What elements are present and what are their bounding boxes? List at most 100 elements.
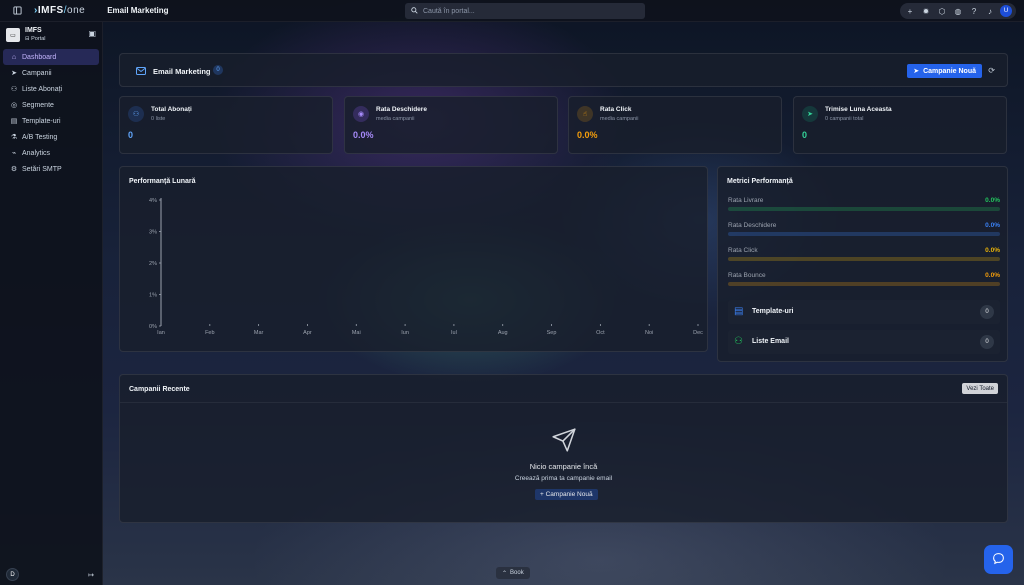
send-icon: ➤ bbox=[913, 68, 920, 75]
user-avatar[interactable]: D bbox=[6, 568, 19, 581]
users-icon: ⚇ bbox=[128, 106, 144, 122]
card-count: 0 bbox=[980, 305, 994, 319]
templates-count-card[interactable]: ▤ Template-uri 0 bbox=[728, 300, 1000, 324]
toolbar-icons: + ✹ ⬡ ◍ ? ♪ U bbox=[900, 3, 1016, 19]
recent-campaigns-panel: Campanii Recente Vezi Toate Nicio campan… bbox=[119, 374, 1008, 523]
see-all-button[interactable]: Vezi Toate bbox=[962, 383, 998, 394]
bell-icon[interactable]: ♪ bbox=[984, 5, 996, 17]
metric-label: Rata Click bbox=[728, 247, 758, 254]
sidebar-item-analytics[interactable]: ⌁ Analytics bbox=[3, 145, 99, 161]
stat-card-rata-click: ☝ Rata Click media campanii 0.0% bbox=[568, 96, 782, 154]
stat-card-rata-deschidere: ◉ Rata Deschidere media campanii 0.0% bbox=[344, 96, 558, 154]
x-tick-label: Apr bbox=[303, 330, 312, 336]
cube-icon[interactable]: ⬡ bbox=[936, 5, 948, 17]
sidebar-item-ab-testing[interactable]: ⚗ A/B Testing bbox=[3, 129, 99, 145]
metric-value: 0.0% bbox=[985, 222, 1000, 229]
template-icon: ▤ bbox=[10, 118, 18, 125]
metric-label: Rata Bounce bbox=[728, 272, 766, 279]
refresh-icon[interactable]: ⟳ bbox=[988, 66, 995, 75]
x-tick-label: Dec bbox=[693, 330, 703, 336]
logout-icon[interactable]: ↦ bbox=[88, 571, 94, 579]
stat-sub: 0 campanii total bbox=[825, 116, 864, 122]
stat-card-trimise-luna: ➤ Trimise Luna Aceasta 0 campanii total … bbox=[793, 96, 1007, 154]
send-icon: ➤ bbox=[802, 106, 818, 122]
stat-value: 0.0% bbox=[577, 130, 598, 140]
sidebar-nav: ⌂ Dashboard ➤ Campanii ⚇ Liste Abonați ◎ Seg… bbox=[0, 49, 102, 177]
x-tick-label: Noi bbox=[645, 330, 653, 336]
sidebar-item-setari-smtp[interactable]: ⚙ Setări SMTP bbox=[3, 161, 99, 177]
y-tick-label: 0% bbox=[149, 324, 157, 330]
x-tick-label: Iun bbox=[401, 330, 409, 336]
sidebar-item-dashboard[interactable]: ⌂ Dashboard bbox=[3, 49, 99, 65]
new-campaign-button[interactable]: ➤ Campanie Nouă bbox=[907, 64, 982, 78]
metric-label: Rata Deschidere bbox=[728, 222, 777, 229]
ab-test-icon: ⚗ bbox=[10, 134, 18, 141]
page-title: Email Marketing bbox=[107, 6, 169, 15]
chat-icon bbox=[992, 552, 1005, 567]
search-icon bbox=[411, 6, 418, 16]
stat-title: Rata Deschidere bbox=[376, 106, 427, 113]
metric-value: 0.0% bbox=[985, 197, 1000, 204]
chart-canvas: 4% 3% 2% 1% 0%Ian Feb Mar Apr Mai Iun Iul Aug Sep Oct… bbox=[149, 198, 703, 336]
sidebar-item-segmente[interactable]: ◎ Segmente bbox=[3, 97, 99, 113]
mail-icon bbox=[136, 67, 146, 77]
metric-bar bbox=[728, 207, 1000, 211]
email-marketing-header: Email Marketing 0 ➤ Campanie Nouă ⟳ bbox=[119, 53, 1008, 87]
settings-icon: ⚙ bbox=[10, 166, 18, 173]
card-label: Template-uri bbox=[752, 308, 794, 315]
empty-state-subtitle: Creează prima ta campanie email bbox=[514, 475, 613, 482]
empty-new-campaign-button[interactable]: + Campanie Nouă bbox=[535, 489, 598, 500]
recent-title: Campanii Recente bbox=[129, 386, 190, 393]
x-tick-label: Mai bbox=[352, 330, 361, 336]
metric-bar bbox=[728, 232, 1000, 236]
y-tick-label: 1% bbox=[149, 293, 157, 299]
sidebar-toggle-icon[interactable]: ▣ bbox=[88, 29, 96, 38]
stat-value: 0 bbox=[802, 130, 808, 140]
sidebar: ▭ IMFS ⊟ Portal ▣ ⌂ Dashboard ➤ Campanii ⚇… bbox=[0, 22, 103, 585]
metric-label: Rata Livrare bbox=[728, 197, 764, 204]
x-tick-label: Ian bbox=[157, 330, 165, 336]
empty-state-title: Nicio campanie încă bbox=[529, 462, 598, 471]
metric-value: 0.0% bbox=[985, 272, 1000, 279]
metric-bar bbox=[728, 282, 1000, 286]
plus-icon[interactable]: + bbox=[904, 5, 916, 17]
card-label: Liste Email bbox=[752, 338, 789, 345]
stat-title: Trimise Luna Aceasta bbox=[825, 106, 892, 113]
sidebar-item-liste-abonati[interactable]: ⚇ Liste Abonați bbox=[3, 81, 99, 97]
performance-metrics-panel: Metrici Performanță Rata Livrare 0.0% Ra… bbox=[717, 166, 1008, 362]
x-tick-label: Aug bbox=[498, 330, 508, 336]
search-input[interactable]: Caută în portal... bbox=[405, 3, 645, 19]
pointer-icon: ☝ bbox=[577, 106, 593, 122]
template-icon: ▤ bbox=[734, 306, 744, 317]
avatar[interactable]: U bbox=[1000, 5, 1012, 17]
stat-card-total-abonati: ⚇ Total Abonați 0 liste 0 bbox=[119, 96, 333, 154]
eye-icon: ◉ bbox=[353, 106, 369, 122]
x-tick-label: Iul bbox=[451, 330, 457, 336]
sidebar-item-template-uri[interactable]: ▤ Template-uri bbox=[3, 113, 99, 129]
org-switcher[interactable]: ▭ IMFS ⊟ Portal ▣ bbox=[0, 22, 102, 48]
search-placeholder: Caută în portal... bbox=[423, 7, 475, 15]
email-lists-count-card[interactable]: ⚇ Liste Email 0 bbox=[728, 330, 1000, 354]
palette-icon[interactable]: ◍ bbox=[952, 5, 964, 17]
metric-bar bbox=[728, 257, 1000, 261]
analytics-icon: ⌁ bbox=[11, 150, 17, 157]
divider bbox=[120, 402, 1007, 403]
x-tick-label: Sep bbox=[547, 330, 557, 336]
paper-plane-icon bbox=[551, 427, 577, 455]
brand-logo[interactable]: ›IMFS/one bbox=[34, 5, 85, 16]
stat-title: Rata Click bbox=[600, 106, 632, 113]
sidebar-item-campanii[interactable]: ➤ Campanii bbox=[3, 65, 99, 81]
menu-icon[interactable] bbox=[10, 4, 24, 18]
y-tick-label: 4% bbox=[149, 198, 157, 204]
y-tick-label: 3% bbox=[149, 230, 157, 236]
sun-icon[interactable]: ✹ bbox=[920, 5, 932, 17]
header-title: Email Marketing bbox=[153, 67, 211, 76]
help-icon[interactable]: ? bbox=[968, 5, 980, 17]
stat-sub: media campanii bbox=[376, 116, 415, 122]
book-button[interactable]: ⌃ Book bbox=[496, 567, 530, 579]
x-tick-label: Feb bbox=[205, 330, 214, 336]
users-icon: ⚇ bbox=[10, 86, 18, 93]
stat-value: 0 bbox=[128, 130, 134, 140]
chat-button[interactable] bbox=[984, 545, 1013, 574]
metrics-title: Metrici Performanță bbox=[727, 178, 793, 185]
